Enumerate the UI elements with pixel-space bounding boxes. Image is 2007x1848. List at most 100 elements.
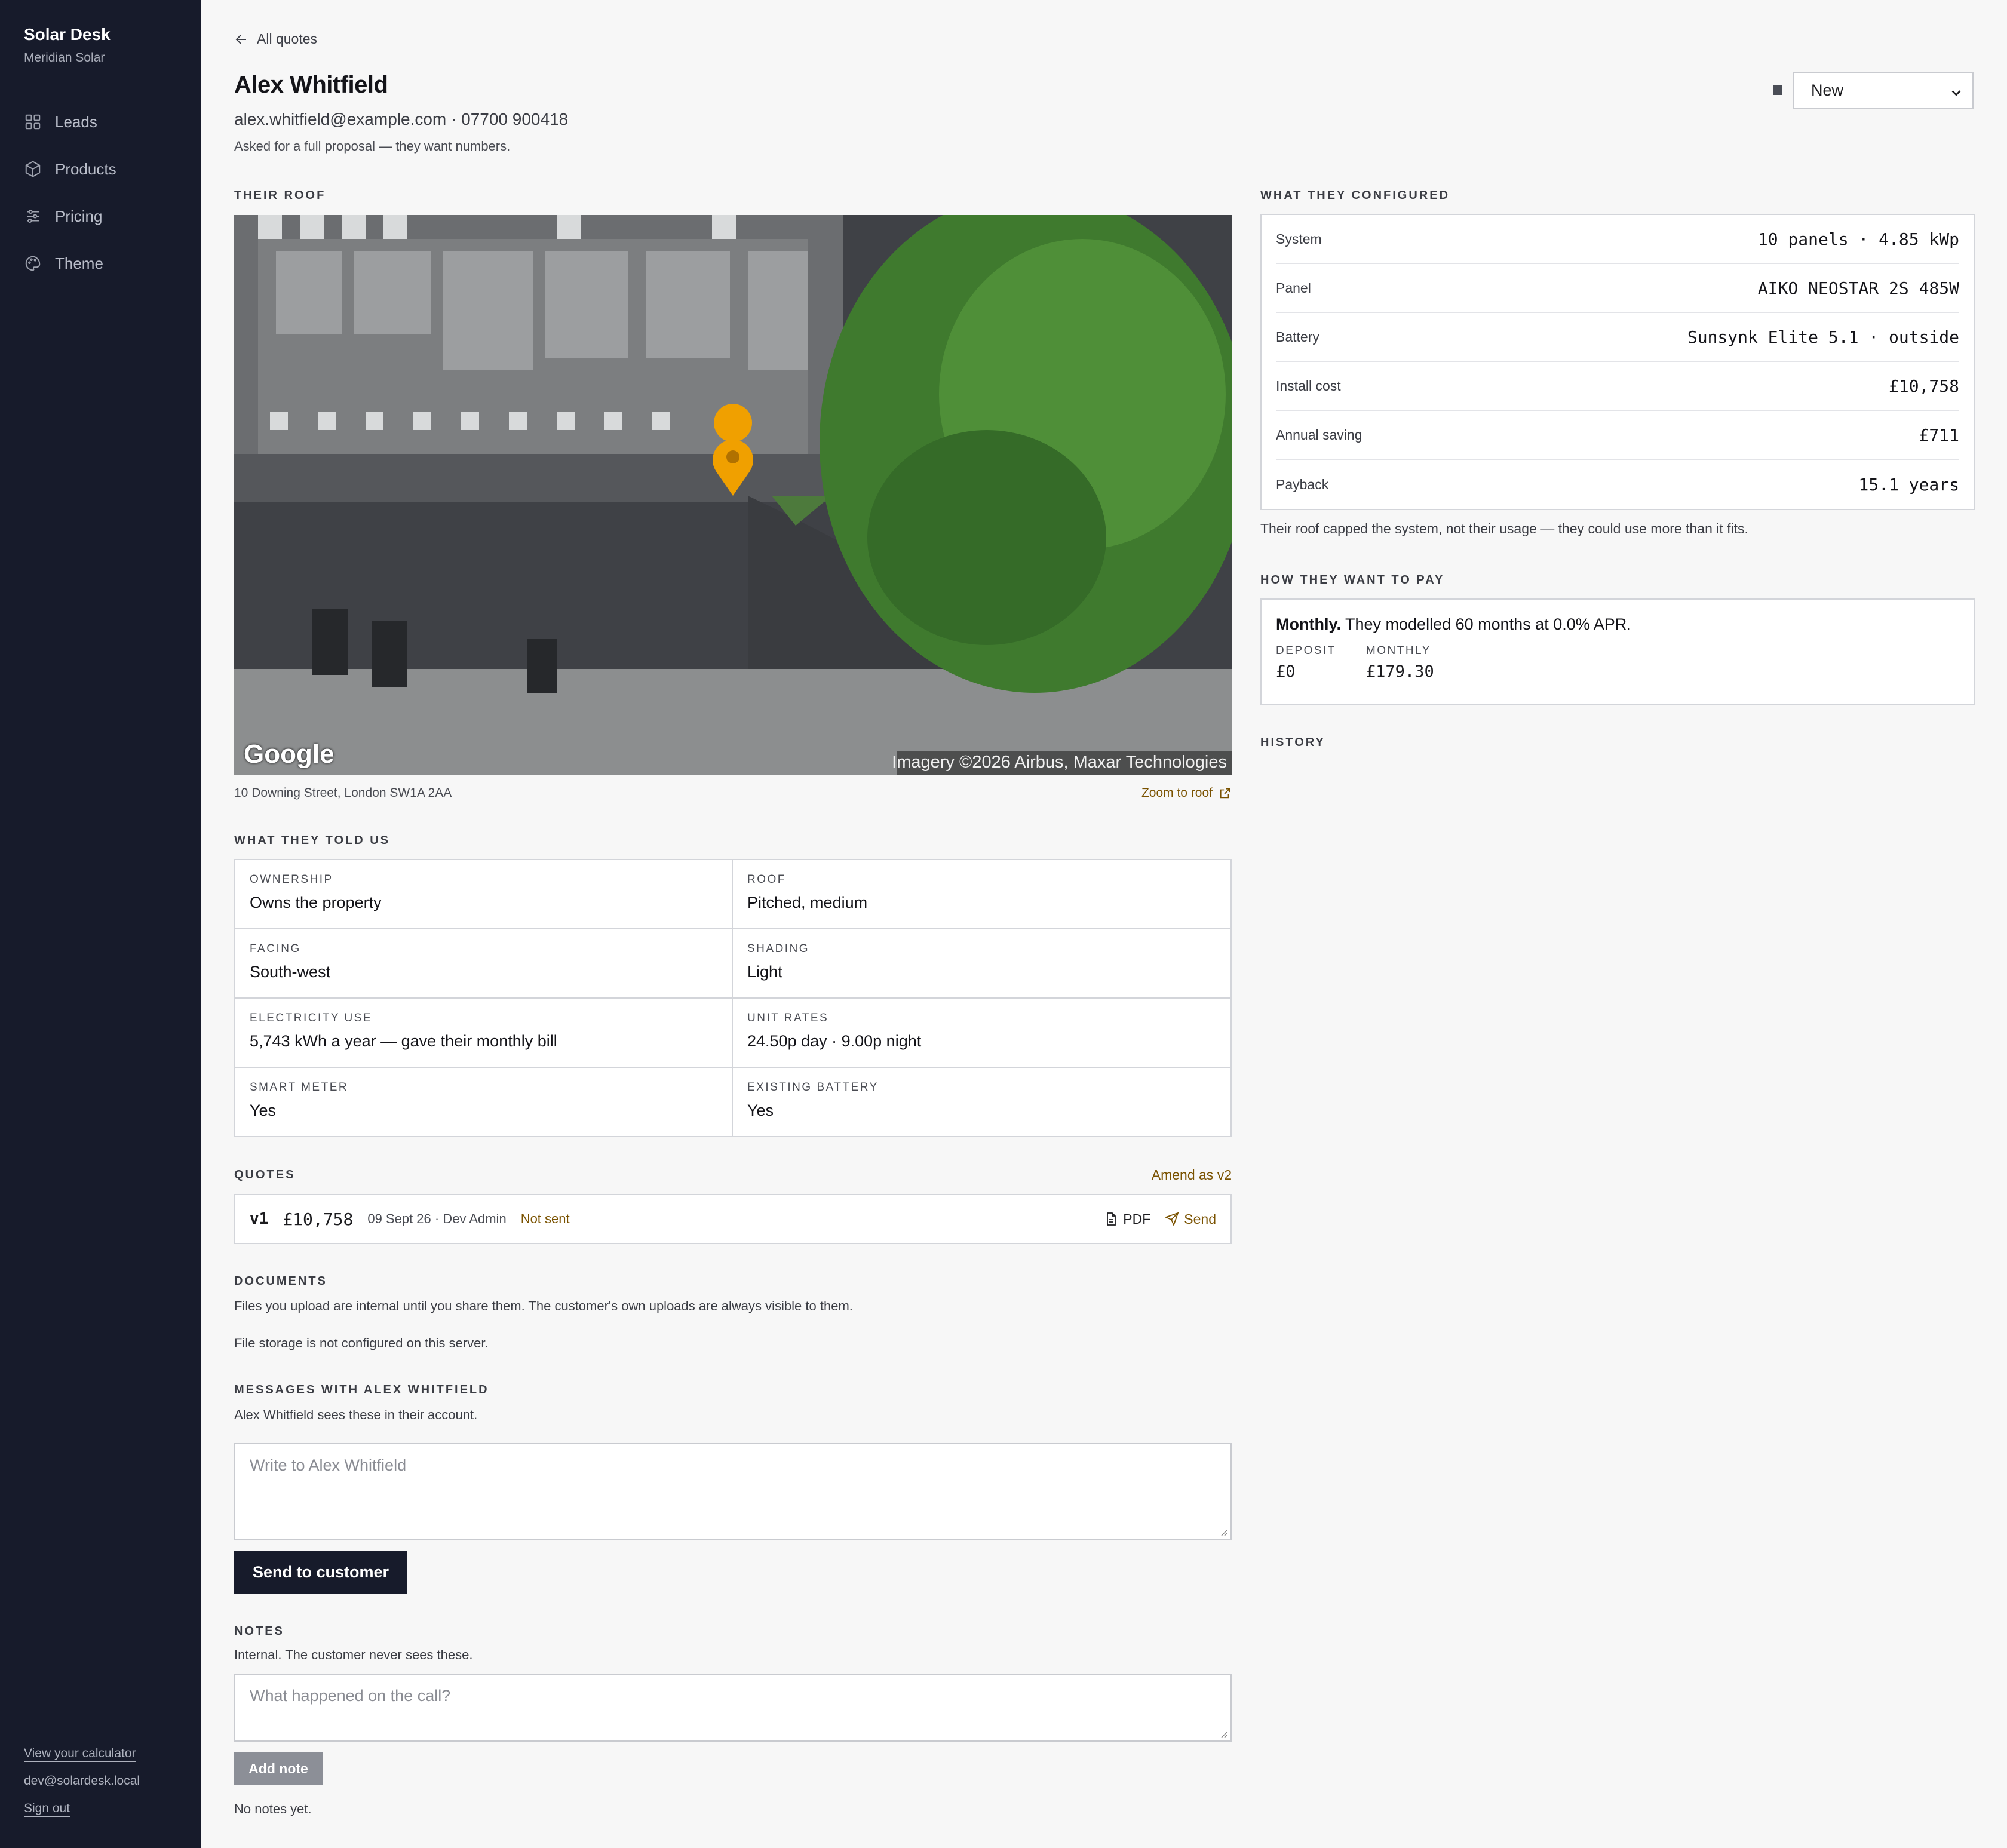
config-value: AIKO NEOSTAR 2S 485W <box>1757 278 1959 298</box>
config-label: Battery <box>1276 329 1319 345</box>
quote-status: Not sent <box>520 1211 570 1226</box>
company-name: Meridian Solar <box>24 51 105 65</box>
roof-map[interactable]: Google Imagery ©2026 Airbus, Maxar Techn… <box>234 215 1232 775</box>
satellite-image <box>234 215 1232 775</box>
note-textarea[interactable]: What happened on the call? <box>234 1674 1232 1742</box>
config-value: Sunsynk Elite 5.1 · outside <box>1687 327 1959 347</box>
grid-icon <box>25 114 41 130</box>
sidebar-item-label: Pricing <box>55 207 103 225</box>
payment-deposit: DEPOSIT £0 <box>1276 644 1336 681</box>
payment-monthly: MONTHLY £179.30 <box>1366 644 1434 681</box>
told-value: South-west <box>250 963 331 981</box>
told-label: Smart meter <box>250 1081 349 1094</box>
sign-out-link[interactable]: Sign out <box>24 1801 140 1816</box>
configured-note: Their roof capped the system, not their … <box>1260 521 1748 536</box>
config-row-install-cost: Install cost £10,758 <box>1276 362 1959 411</box>
payment-section-title: How they want to pay <box>1260 573 1445 587</box>
status-indicator <box>1773 85 1782 95</box>
configured-card: System 10 panels · 4.85 kWp Panel AIKO N… <box>1260 214 1975 510</box>
quotes-section-title: Quotes <box>234 1168 296 1181</box>
sidebar-item-leads[interactable]: Leads <box>24 111 116 133</box>
zoom-to-roof-link[interactable]: Zoom to roof <box>1141 786 1232 800</box>
sidebar-item-label: Theme <box>55 254 103 272</box>
roof-section-title: Their roof <box>234 189 326 202</box>
payment-detail: They modelled 60 months at 0.0% APR. <box>1345 615 1631 633</box>
documents-section-title: Documents <box>234 1275 327 1288</box>
sidebar-footer: View your calculator dev@solardesk.local… <box>24 1746 140 1816</box>
told-value: Pitched, medium <box>747 894 868 911</box>
config-row-battery: Battery Sunsynk Elite 5.1 · outside <box>1276 313 1959 362</box>
message-textarea[interactable]: Write to Alex Whitfield <box>234 1443 1232 1540</box>
resize-handle-icon[interactable] <box>1219 1729 1228 1738</box>
config-label: Payback <box>1276 476 1329 492</box>
messages-section-title: Messages with Alex Whitfield <box>234 1383 489 1396</box>
told-item-facing: Facing South-west <box>235 929 733 999</box>
external-link-icon <box>1220 788 1230 799</box>
config-row-annual-saving: Annual saving £711 <box>1276 411 1959 460</box>
config-row-panel: Panel AIKO NEOSTAR 2S 485W <box>1276 264 1959 313</box>
add-note-button[interactable]: Add note <box>234 1752 323 1785</box>
told-label: Electricity use <box>250 1012 373 1024</box>
documents-status: File storage is not configured on this s… <box>234 1336 489 1350</box>
send-quote-button[interactable]: Send <box>1165 1211 1216 1227</box>
quote-amount: £10,758 <box>283 1209 354 1229</box>
brand-name: Solar Desk <box>24 25 111 44</box>
zoom-label: Zoom to roof <box>1141 786 1213 800</box>
notes-empty: No notes yet. <box>234 1801 312 1816</box>
told-item-existing-battery: Existing battery Yes <box>733 1068 1230 1136</box>
quote-actions: PDF Send <box>1104 1211 1216 1227</box>
deposit-label: DEPOSIT <box>1276 644 1336 657</box>
told-label: Shading <box>747 943 810 955</box>
config-label: System <box>1276 231 1322 247</box>
payment-card: Monthly. They modelled 60 months at 0.0%… <box>1260 598 1975 705</box>
config-label: Install cost <box>1276 377 1341 394</box>
payment-summary: Monthly. They modelled 60 months at 0.0%… <box>1276 615 1959 634</box>
pdf-label: PDF <box>1123 1211 1151 1227</box>
send-icon <box>1165 1212 1179 1226</box>
view-calculator-link[interactable]: View your calculator <box>24 1746 140 1761</box>
notes-section-title: Notes <box>234 1625 284 1638</box>
monthly-label: MONTHLY <box>1365 644 1431 657</box>
back-link-label: All quotes <box>257 31 318 47</box>
sidebar-item-pricing[interactable]: Pricing <box>24 205 116 227</box>
back-link[interactable]: All quotes <box>234 31 317 47</box>
roof-address: 10 Downing Street, London SW1A 2AA <box>234 786 452 800</box>
told-item-ownership: Ownership Owns the property <box>235 860 733 929</box>
message-placeholder: Write to Alex Whitfield <box>250 1456 407 1474</box>
status-control: New <box>1773 72 1974 109</box>
told-item-electricity-use: Electricity use 5,743 kWh a year — gave … <box>235 999 733 1068</box>
resize-handle-icon[interactable] <box>1219 1527 1228 1536</box>
config-row-system: System 10 panels · 4.85 kWp <box>1276 215 1959 264</box>
sidebar-item-products[interactable]: Products <box>24 158 116 180</box>
chevron-down-icon <box>1951 90 1961 96</box>
document-icon <box>1107 1212 1116 1226</box>
pdf-button[interactable]: PDF <box>1104 1211 1150 1227</box>
status-select[interactable]: New <box>1793 72 1974 109</box>
told-value: 24.50p day · 9.00p night <box>747 1032 922 1050</box>
sidebar-item-theme[interactable]: Theme <box>24 253 116 274</box>
amend-button[interactable]: Amend as v2 <box>1148 1167 1232 1183</box>
config-value: 10 panels · 4.85 kWp <box>1757 229 1959 249</box>
send-to-customer-button[interactable]: Send to customer <box>234 1551 407 1594</box>
documents-description: Files you upload are internal until you … <box>234 1298 853 1313</box>
page-title: Alex Whitfield <box>234 72 388 98</box>
notes-description: Internal. The customer never sees these. <box>234 1647 473 1662</box>
brand: Solar Desk Meridian Solar <box>24 24 111 67</box>
user-email: dev@solardesk.local <box>24 1774 140 1788</box>
config-label: Annual saving <box>1276 426 1362 443</box>
told-grid: Ownership Owns the property Roof Pitched… <box>234 859 1232 1137</box>
deposit-value: £0 <box>1276 662 1296 681</box>
told-item-unit-rates: Unit rates 24.50p day · 9.00p night <box>733 999 1230 1068</box>
main-content: All quotes Alex Whitfield alex.whitfield… <box>201 0 2007 1848</box>
sidebar-item-label: Leads <box>55 112 97 131</box>
told-value: Yes <box>747 1101 774 1119</box>
told-item-roof: Roof Pitched, medium <box>733 860 1230 929</box>
map-footer: 10 Downing Street, London SW1A 2AA Zoom … <box>234 786 1232 800</box>
told-value: Yes <box>250 1101 277 1119</box>
config-value: £10,758 <box>1888 376 1959 396</box>
palette-icon <box>25 256 41 271</box>
box-icon <box>25 161 41 177</box>
arrow-left-icon <box>235 34 246 44</box>
config-label: Panel <box>1276 280 1311 296</box>
told-label: Ownership <box>250 873 333 886</box>
